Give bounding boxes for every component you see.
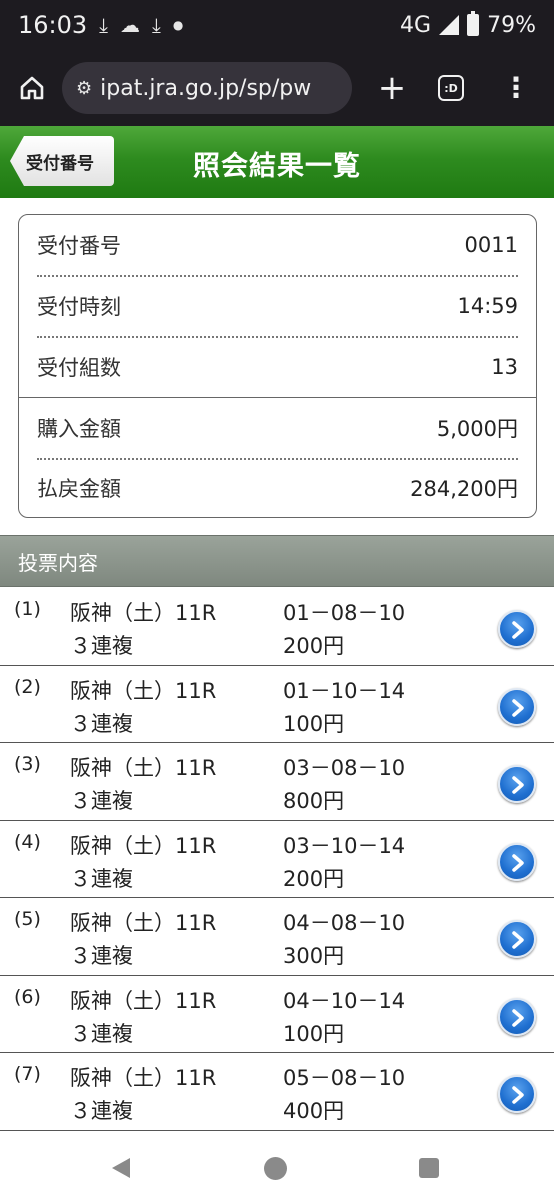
status-right: 4G 79% <box>400 11 536 38</box>
summary-value: 284,200円 <box>410 477 518 501</box>
download-icon: ⤓ <box>152 13 161 37</box>
bet-race: 阪神（土）11R <box>70 1066 217 1090</box>
bet-amount: 400円 <box>283 1099 345 1123</box>
bet-race: 阪神（土）11R <box>70 678 217 703</box>
home-icon <box>20 76 44 100</box>
bet-index: (5) <box>14 908 41 930</box>
nav-recents-icon[interactable] <box>419 1158 439 1178</box>
chevron-right-icon[interactable] <box>498 920 536 958</box>
status-time: 16:03 <box>18 11 88 39</box>
list-item[interactable]: (2) 阪神（土）11R ３連複 01－10－14 100円 <box>0 666 554 743</box>
list-item[interactable]: (3) 阪神（土）11R ３連複 03－08－10 800円 <box>0 743 554 821</box>
bet-amount: 200円 <box>283 634 345 658</box>
bet-type: ３連複 <box>70 1021 133 1046</box>
summary-label: 購入金額 <box>37 417 121 441</box>
bet-combo: 01－10－14 <box>283 678 406 703</box>
tab-switcher-button[interactable]: :D <box>438 75 464 101</box>
download-icon: ⤓ <box>99 13 109 37</box>
summary-row-receipt-time: 受付時刻 14:59 <box>37 276 518 336</box>
page-title: 照会結果一覧 <box>193 151 361 182</box>
more-menu-icon[interactable]: ⋮ <box>502 74 530 102</box>
bet-race: 阪神（土）11R <box>70 833 217 858</box>
chevron-right-icon[interactable] <box>498 610 536 648</box>
bet-combo: 03－08－10 <box>283 756 406 780</box>
summary-row-receipt-number: 受付番号 0011 <box>37 215 518 275</box>
battery-icon <box>467 11 480 36</box>
bet-type: ３連複 <box>70 711 133 736</box>
nav-back-icon[interactable] <box>112 1158 130 1178</box>
battery-level: 79% <box>487 12 536 38</box>
bet-combo: 04－08－10 <box>283 911 406 935</box>
bet-type: ３連複 <box>70 789 133 813</box>
bet-index: (2) <box>14 675 41 698</box>
bet-amount: 200円 <box>283 866 345 891</box>
summary-row-purchase-amount: 購入金額 5,000円 <box>37 398 518 458</box>
summary-label: 受付組数 <box>37 356 121 380</box>
bet-index: (3) <box>14 753 41 775</box>
bet-combo: 05－08－10 <box>283 1066 406 1090</box>
system-nav-bar <box>0 1134 554 1200</box>
bet-amount: 100円 <box>283 711 345 736</box>
bet-race: 阪神（土）11R <box>70 601 217 625</box>
list-item[interactable]: (7) 阪神（土）11R ３連複 05－08－10 400円 <box>0 1053 554 1131</box>
chevron-right-icon[interactable] <box>498 997 536 1036</box>
summary-row-count: 受付組数 13 <box>37 337 518 397</box>
summary-value: 13 <box>491 355 518 379</box>
summary-row-payout-amount: 払戻金額 284,200円 <box>37 458 518 518</box>
address-bar[interactable]: ⚙ ipat.jra.go.jp/sp/pw <box>62 62 352 114</box>
bet-amount: 300円 <box>283 944 345 968</box>
list-item[interactable]: (5) 阪神（土）11R ３連複 04－08－10 300円 <box>0 898 554 976</box>
bet-amount: 100円 <box>283 1021 345 1046</box>
bet-combo: 04－10－14 <box>283 988 406 1013</box>
status-bar: 16:03 ⤓ ☁ ⤓ ● 4G 79% <box>0 0 554 50</box>
bet-index: (6) <box>14 985 41 1008</box>
nav-home-icon[interactable] <box>264 1157 287 1180</box>
summary-value: 5,000円 <box>436 417 518 441</box>
summary-label: 受付番号 <box>37 234 121 258</box>
bet-amount: 800円 <box>283 789 345 813</box>
network-type: 4G <box>400 12 432 38</box>
bet-type: ３連複 <box>70 944 133 968</box>
site-settings-icon[interactable]: ⚙ <box>76 78 92 99</box>
section-header: 投票内容 <box>0 535 554 587</box>
bet-type: ３連複 <box>70 866 133 891</box>
bet-index: (4) <box>14 830 41 853</box>
list-item[interactable]: (6) 阪神（土）11R ３連複 04－10－14 100円 <box>0 976 554 1053</box>
bet-type: ３連複 <box>70 1099 133 1123</box>
list-item[interactable]: (4) 阪神（土）11R ３連複 03－10－14 200円 <box>0 821 554 898</box>
home-button[interactable] <box>14 70 50 106</box>
url-text: ipat.jra.go.jp/sp/pw <box>100 75 312 101</box>
bet-index: (1) <box>14 598 41 620</box>
signal-icon <box>439 15 460 35</box>
chevron-right-icon[interactable] <box>498 1075 536 1113</box>
bet-race: 阪神（土）11R <box>70 756 217 780</box>
bet-combo: 01－08－10 <box>283 601 406 625</box>
summary-value: 14:59 <box>457 294 518 318</box>
weather-icon: ☁ <box>120 13 141 37</box>
bet-type: ３連複 <box>70 634 133 658</box>
bet-race: 阪神（土）11R <box>70 988 217 1013</box>
bet-race: 阪神（土）11R <box>70 911 217 935</box>
summary-value: 0011 <box>464 233 518 257</box>
page-header: 受付番号 照会結果一覧 <box>0 126 554 198</box>
bet-index: (7) <box>14 1063 41 1085</box>
chevron-right-icon[interactable] <box>498 687 536 726</box>
summary-label: 受付時刻 <box>37 295 121 319</box>
bet-list: (1) 阪神（土）11R ３連複 01－08－10 200円 (2) 阪神（土）… <box>0 588 554 1131</box>
browser-toolbar: ⚙ ipat.jra.go.jp/sp/pw + :D ⋮ <box>0 50 554 126</box>
chevron-right-icon[interactable] <box>498 765 536 803</box>
new-tab-button[interactable]: + <box>374 68 410 108</box>
bet-combo: 03－10－14 <box>283 833 406 858</box>
chevron-right-icon[interactable] <box>498 842 536 881</box>
summary-card: 受付番号 0011 受付時刻 14:59 受付組数 13 購入金額 5,000円… <box>18 214 537 518</box>
dot-icon: ● <box>172 18 184 32</box>
summary-label: 払戻金額 <box>37 477 121 501</box>
list-item[interactable]: (1) 阪神（土）11R ３連複 01－08－10 200円 <box>0 588 554 666</box>
